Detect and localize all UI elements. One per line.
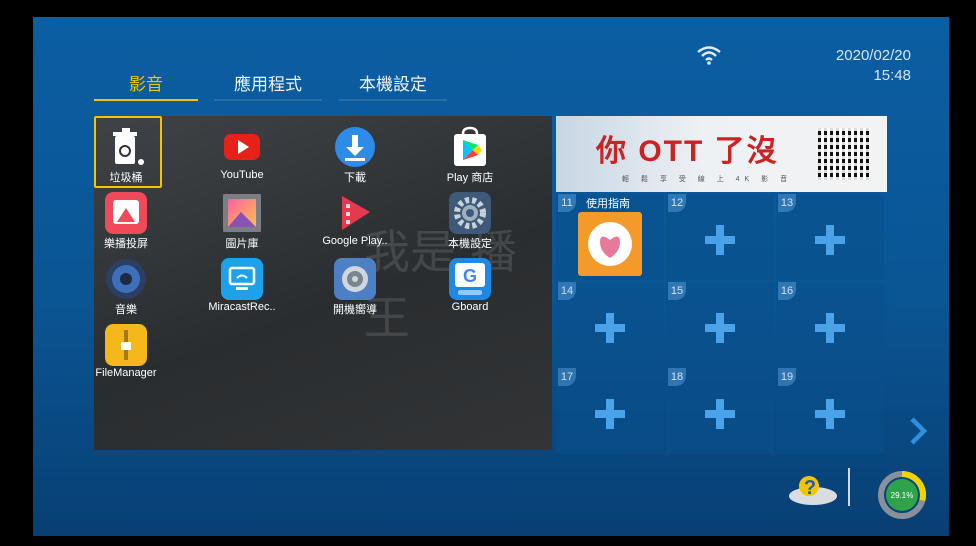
app-label: Google Play.. [322, 235, 388, 247]
status-divider [848, 468, 850, 506]
launcher-screen: 2020/02/20 15:48 影音 應用程式 本機設定 我是 播 王 垃圾桶 [33, 17, 949, 536]
file-manager-icon [105, 324, 147, 366]
gboard-icon: G [449, 258, 491, 300]
tab-applications[interactable]: 應用程式 [214, 73, 322, 101]
tab-device-settings[interactable]: 本機設定 [339, 73, 447, 101]
slot-number: 11 [558, 194, 576, 212]
add-plus-icon [705, 225, 735, 255]
add-plus-icon [595, 313, 625, 343]
tab-label: 影音 [129, 75, 163, 94]
shortcut-slot-11[interactable]: 11 使用指南 [556, 194, 664, 280]
shortcut-slot-19[interactable]: 19 [776, 368, 884, 454]
app-music[interactable]: 音樂 [94, 249, 176, 316]
miracast-icon [221, 258, 263, 300]
svg-text:G: G [463, 266, 477, 286]
slot-number: 14 [558, 282, 576, 300]
download-icon [335, 127, 375, 167]
slot-number: 12 [668, 194, 686, 212]
app-youtube[interactable]: YouTube [192, 117, 292, 183]
app-setup-wizard[interactable]: 開機嚮導 [305, 249, 405, 316]
slot-number: 13 [778, 194, 796, 212]
shortcut-slot-18[interactable]: 18 [666, 368, 774, 454]
slot-number: 18 [668, 368, 686, 386]
play-store-icon [454, 126, 486, 166]
slot-number: 15 [668, 282, 686, 300]
shortcut-slot-12[interactable]: 12 [666, 194, 774, 280]
banner-headline: 你 OTT 了沒 [596, 135, 779, 168]
app-label: YouTube [220, 169, 264, 181]
app-label: 開機嚮導 [333, 304, 377, 316]
app-label: FileManager [95, 367, 157, 379]
slot-number: 16 [778, 282, 796, 300]
shortcut-slot-15[interactable]: 15 [666, 282, 774, 368]
weather-unknown-icon[interactable]: ? [785, 472, 841, 508]
settings-gear-icon [449, 192, 491, 234]
add-plus-icon [705, 399, 735, 429]
qr-code-pattern [818, 128, 870, 180]
memory-percent-text: 29.1% [891, 491, 914, 500]
slot-label: 使用指南 [586, 198, 630, 210]
lebo-cast-icon [105, 192, 147, 234]
app-google-play-movies[interactable]: Google Play.. [305, 183, 405, 249]
banner-subline: 輕 鬆 享 受 線 上 4K 影 音 [622, 176, 793, 183]
app-label: MiracastRec.. [208, 301, 276, 313]
apps-panel: 我是 播 王 垃圾桶 YouTube 下載 Play 商店 樂播投屏 圖片庫 G… [94, 116, 552, 450]
shortcut-slot-13[interactable]: 13 [776, 194, 884, 280]
clock: 2020/02/20 15:48 [836, 46, 911, 86]
music-speaker-icon [106, 259, 146, 299]
setup-wizard-icon [334, 258, 376, 300]
add-plus-icon [705, 313, 735, 343]
app-play-store[interactable]: Play 商店 [420, 117, 520, 184]
youtube-icon [224, 134, 260, 160]
app-settings[interactable]: 本機設定 [420, 183, 520, 250]
svg-text:?: ? [804, 477, 816, 499]
tab-media[interactable]: 影音 [94, 73, 198, 101]
tab-label: 本機設定 [359, 75, 427, 94]
tab-label: 應用程式 [234, 75, 302, 94]
app-gallery[interactable]: 圖片庫 [192, 183, 292, 250]
add-plus-icon [815, 399, 845, 429]
add-plus-icon [815, 313, 845, 343]
shortcut-slot-16[interactable]: 16 [776, 282, 884, 368]
google-play-movies-icon [342, 196, 370, 230]
shortcut-slot-17[interactable]: 17 [556, 368, 664, 454]
shortcut-slot-14[interactable]: 14 [556, 282, 664, 368]
slot-number: 17 [558, 368, 576, 386]
gallery-icon [223, 194, 261, 232]
user-guide-icon [578, 212, 642, 276]
app-file-manager[interactable]: FileManager [94, 315, 176, 381]
slot-number: 19 [778, 368, 796, 386]
app-lebo-cast[interactable]: 樂播投屏 [94, 183, 176, 250]
time-text: 15:48 [873, 67, 911, 84]
trash-icon [113, 128, 144, 165]
app-label: Gboard [451, 301, 489, 313]
add-plus-icon [595, 399, 625, 429]
date-text: 2020/02/20 [835, 47, 911, 64]
memory-usage-gauge[interactable]: 29.1% [877, 470, 927, 520]
chevron-right-icon[interactable] [905, 415, 931, 447]
ott-banner[interactable]: 你 OTT 了沒 輕 鬆 享 受 線 上 4K 影 音 [556, 116, 887, 192]
app-gboard[interactable]: G Gboard [420, 249, 520, 315]
app-trash[interactable]: 垃圾桶 [94, 117, 176, 184]
wifi-icon [697, 46, 721, 65]
app-download[interactable]: 下載 [305, 117, 405, 184]
app-miracast[interactable]: MiracastRec.. [192, 249, 292, 315]
add-plus-icon [815, 225, 845, 255]
